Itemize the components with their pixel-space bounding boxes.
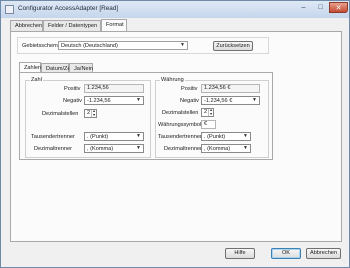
- zahl-dezimal-select[interactable]: , (Komma) ▼: [84, 144, 144, 153]
- chevron-down-icon: ▼: [136, 133, 141, 139]
- chevron-down-icon: ▼: [136, 97, 141, 103]
- waehrung-dezimalstellen-value: 2: [204, 109, 208, 115]
- ok-button[interactable]: OK: [271, 248, 301, 259]
- waehrung-dezimalstellen-label: Dezimalstellen: [162, 110, 199, 116]
- chevron-down-icon: ▼: [243, 145, 248, 151]
- tab-felder-datentypen[interactable]: Felder / Datentypen: [43, 20, 101, 31]
- zahl-negativ-label: Negativ: [63, 98, 82, 104]
- waehrung-negativ-value: -1.234,56 €: [204, 98, 233, 104]
- zahl-tausender-select[interactable]: . (Punkt) ▼: [84, 132, 144, 141]
- waehrung-tausender-select[interactable]: . (Punkt) ▼: [201, 132, 251, 141]
- zahl-dezimal-value: , (Komma): [87, 146, 114, 152]
- waehrung-tausender-label: Tausendertrenner: [158, 134, 202, 140]
- reset-button[interactable]: Zurücksetzen: [213, 41, 253, 51]
- app-icon: [5, 5, 14, 14]
- close-button[interactable]: ✕: [329, 2, 348, 13]
- chevron-down-icon: ▼: [252, 97, 257, 103]
- zahl-negativ-select[interactable]: -1.234,56 ▼: [84, 96, 144, 105]
- window-title: Configurator AccessAdapter [Read]: [18, 5, 119, 12]
- waehrung-dezimalstellen-spinner[interactable]: 2 ▲ ▼: [201, 108, 214, 117]
- waehrung-group-title: Währung: [160, 77, 185, 83]
- chevron-down-icon: ▼: [243, 133, 248, 139]
- help-button[interactable]: Hilfe: [225, 248, 255, 259]
- zahl-dezimalstellen-spinner[interactable]: 2 ▲ ▼: [84, 109, 97, 118]
- zahl-dezimalstellen-value: 2: [87, 110, 91, 116]
- zahl-tausender-label: Tausendertrenner: [31, 134, 75, 140]
- tab-format[interactable]: Format: [101, 19, 127, 31]
- resize-grip-icon[interactable]: ⋱: [340, 258, 347, 265]
- zahl-dezimal-label: Dezimaltrenner: [34, 146, 72, 152]
- format-panel: Gebietsschema Deutsch (Deutschland) ▼ Zu…: [10, 31, 342, 242]
- zahl-group-title: Zahl: [30, 77, 43, 83]
- locale-select[interactable]: Deutsch (Deutschland) ▼: [58, 41, 188, 50]
- waehrung-tausender-value: . (Punkt): [204, 134, 226, 140]
- zahl-dezimalstellen-label: Dezimalstellen: [42, 111, 79, 117]
- spinner-arrows-icon[interactable]: ▲ ▼: [91, 109, 96, 117]
- waehrung-dezimal-label: Dezimaltrenner: [164, 146, 202, 152]
- waehrung-negativ-label: Negativ: [180, 98, 199, 104]
- tab-abbrechen[interactable]: Abbrechen: [10, 20, 43, 31]
- spinner-arrows-icon[interactable]: ▲ ▼: [208, 108, 213, 116]
- waehrung-negativ-select[interactable]: -1.234,56 € ▼: [201, 96, 260, 105]
- waehrung-dezimal-value: , (Komma): [204, 146, 231, 152]
- zahl-positiv-preview: 1.234,56: [84, 84, 144, 93]
- zahl-tausender-value: . (Punkt): [87, 134, 109, 140]
- configurator-window: Configurator AccessAdapter [Read] – □ ✕ …: [0, 0, 350, 268]
- locale-select-value: Deutsch (Deutschland): [61, 43, 118, 49]
- waehrung-symbol-label: Währungssymbol: [158, 122, 202, 128]
- zahl-positiv-label: Positiv: [64, 86, 81, 92]
- minimize-button[interactable]: –: [295, 2, 312, 13]
- maximize-button[interactable]: □: [312, 2, 329, 13]
- chevron-down-icon: ▼: [136, 145, 141, 151]
- waehrung-positiv-preview: 1.234,56 €: [201, 84, 260, 93]
- locale-label: Gebietsschema: [22, 43, 61, 49]
- zahlen-panel: Zahl Positiv 1.234,56 Negativ -1.234,56 …: [19, 72, 273, 160]
- title-bar[interactable]: Configurator AccessAdapter [Read] – □ ✕: [1, 1, 349, 18]
- waehrung-positiv-label: Positiv: [181, 86, 198, 92]
- chevron-down-icon: ▼: [180, 42, 185, 48]
- waehrung-symbol-input[interactable]: €: [201, 120, 216, 129]
- zahl-negativ-value: -1.234,56: [87, 98, 111, 104]
- cancel-button[interactable]: Abbrechen: [306, 248, 341, 259]
- waehrung-dezimal-select[interactable]: , (Komma) ▼: [201, 144, 251, 153]
